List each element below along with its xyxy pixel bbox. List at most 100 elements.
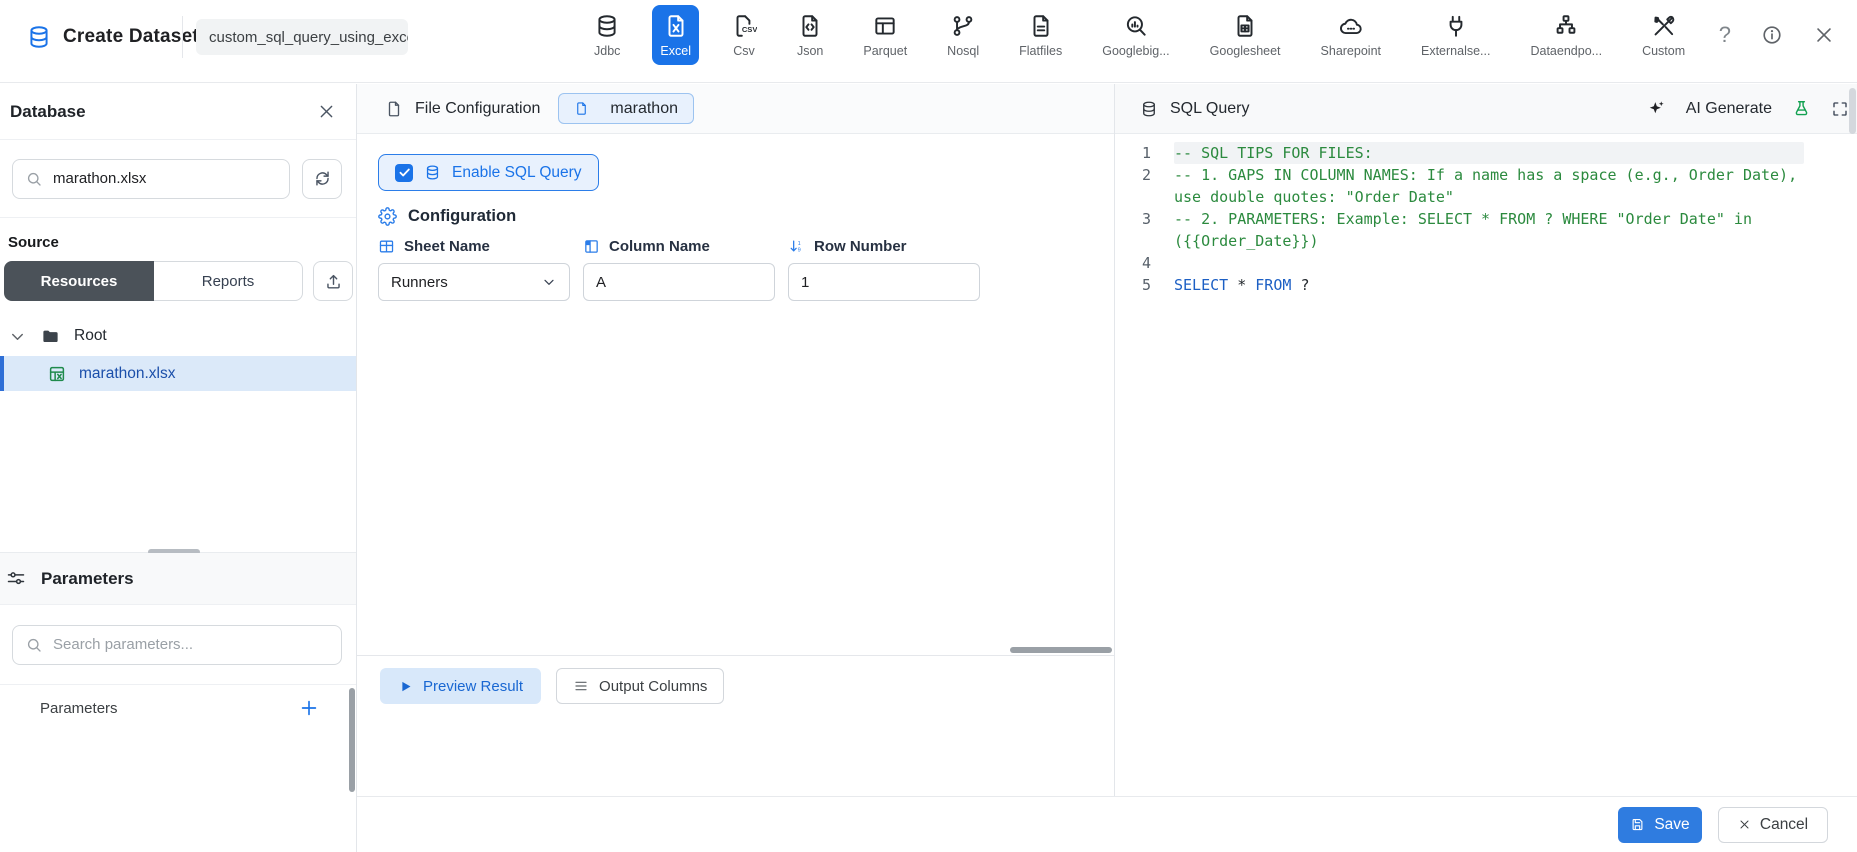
play-icon — [398, 679, 413, 694]
bigquery-search-icon — [1123, 13, 1149, 39]
sql-toolbar: AI Generate — [1647, 99, 1857, 118]
search-icon — [25, 636, 43, 654]
sliders-icon — [6, 569, 26, 589]
tab-reports[interactable]: Reports — [154, 261, 303, 301]
sharepoint-cloud-icon — [1338, 13, 1364, 39]
enable-sql-checkbox[interactable] — [395, 163, 413, 182]
ai-generate-button[interactable]: AI Generate — [1647, 99, 1772, 118]
source-tabs-row: Resources Reports — [4, 261, 353, 301]
save-button[interactable]: Save — [1618, 806, 1702, 843]
parameters-search-field[interactable] — [53, 636, 329, 653]
row-number-input[interactable]: 1 — [788, 263, 980, 301]
source-flatfiles[interactable]: Flatfiles — [1011, 5, 1070, 65]
sheet-table-icon — [378, 238, 395, 255]
sidebar-scrollbar-thumb[interactable] — [349, 688, 355, 792]
enable-sql-query-toggle[interactable]: Enable SQL Query — [378, 154, 599, 191]
upload-icon — [324, 272, 343, 291]
external-plug-icon — [1443, 13, 1469, 39]
preview-result-button[interactable]: Preview Result — [380, 668, 542, 704]
save-floppy-icon — [1630, 817, 1645, 832]
code-line-3: 3 -- 2. PARAMETERS: Example: SELECT * FRO… — [1127, 208, 1857, 252]
tree-item-root[interactable]: Root — [0, 318, 356, 354]
database-search-field[interactable] — [53, 170, 277, 187]
database-search-input[interactable] — [12, 158, 290, 199]
search-icon — [25, 170, 43, 188]
source-label: Nosql — [947, 44, 980, 58]
expand-icon[interactable] — [1831, 100, 1849, 118]
config-panel-header: File Configuration marathon — [357, 84, 1114, 134]
folder-icon — [41, 327, 60, 346]
dataset-name-field[interactable]: custom_sql_query_using_exce — [196, 19, 408, 55]
svg-text:9: 9 — [798, 247, 801, 253]
add-parameter-button[interactable] — [298, 697, 320, 719]
cancel-button[interactable]: Cancel — [1718, 806, 1828, 843]
flask-icon[interactable] — [1792, 99, 1811, 118]
source-jdbc[interactable]: Jdbc — [586, 5, 628, 65]
tab-marathon-file[interactable]: marathon — [558, 93, 694, 124]
source-csv[interactable]: CSV Csv — [723, 5, 765, 65]
excel-file-icon — [48, 365, 66, 383]
source-parquet[interactable]: Parquet — [855, 5, 915, 65]
source-section-label: Source — [8, 234, 59, 251]
enable-sql-label: Enable SQL Query — [452, 163, 582, 181]
source-label: Googlebig... — [1102, 44, 1170, 58]
source-externalse[interactable]: Externalse... — [1413, 5, 1498, 65]
source-dataendpo[interactable]: Dataendpo... — [1522, 5, 1610, 65]
source-sharepoint[interactable]: Sharepoint — [1313, 5, 1389, 65]
sidebar-header: Database — [0, 84, 356, 140]
sql-editor[interactable]: 1 -- SQL TIPS FOR FILES: 2 -- 1. GAPS IN CO… — [1115, 135, 1857, 796]
database-icon — [1140, 100, 1158, 118]
sql-query-panel: SQL Query AI Generate 1 -- SQL TIPS FOR F… — [1115, 84, 1857, 796]
source-custom[interactable]: Custom — [1634, 5, 1693, 65]
column-icon — [583, 238, 600, 255]
source-json[interactable]: Json — [789, 5, 831, 65]
refresh-icon — [313, 169, 332, 188]
code-line-2: 2 -- 1. GAPS IN COLUMN NAMES: If a name h… — [1127, 164, 1857, 208]
source-label: Excel — [660, 44, 691, 58]
field-label: Sheet Name — [378, 234, 570, 258]
refresh-button[interactable] — [302, 158, 342, 199]
source-label: Sharepoint — [1320, 44, 1381, 58]
list-icon — [573, 678, 589, 694]
divider — [182, 16, 183, 58]
page-title: Create Dataset — [63, 26, 199, 47]
close-sidebar-icon[interactable] — [317, 102, 336, 121]
parameters-search-input[interactable] — [12, 624, 342, 665]
sort-rows-icon: 19 — [788, 238, 805, 255]
flatfile-doc-icon — [1028, 13, 1054, 39]
source-nosql[interactable]: Nosql — [939, 5, 987, 65]
field-value: 1 — [801, 273, 810, 291]
code-line-4: 4 — [1127, 252, 1857, 274]
jdbc-database-icon — [594, 13, 620, 39]
app-brand: Create Dataset — [26, 24, 199, 50]
horizontal-scrollbar-thumb[interactable] — [1010, 647, 1112, 653]
database-icon — [424, 164, 441, 181]
window-scrollbar-thumb[interactable] — [1849, 88, 1856, 134]
upload-button[interactable] — [313, 261, 353, 301]
parameters-list-label: Parameters — [40, 699, 118, 717]
x-icon — [1738, 818, 1751, 831]
source-label: Googlesheet — [1209, 44, 1281, 58]
source-label: Dataendpo... — [1530, 44, 1603, 58]
info-icon[interactable] — [1761, 24, 1783, 46]
source-segmented-control: Resources Reports — [4, 261, 303, 301]
tree-item-marathon-xlsx[interactable]: marathon.xlsx — [0, 356, 356, 391]
sheet-name-select[interactable]: Runners — [378, 263, 570, 301]
topbar-actions: ? — [1719, 24, 1835, 46]
tree-file-label: marathon.xlsx — [79, 364, 176, 382]
file-icon — [574, 101, 589, 116]
marathon-tab-label: marathon — [610, 99, 678, 117]
close-icon[interactable] — [1813, 24, 1835, 46]
csv-file-icon: CSV — [731, 13, 757, 39]
output-columns-button[interactable]: Output Columns — [556, 668, 725, 704]
column-name-input[interactable]: A — [583, 263, 775, 301]
source-googlesheet[interactable]: Googlesheet — [1202, 5, 1289, 65]
tab-resources[interactable]: Resources — [4, 261, 154, 301]
source-excel[interactable]: Excel — [652, 5, 699, 65]
chevron-down-icon[interactable] — [8, 327, 27, 346]
source-googlebig[interactable]: Googlebig... — [1094, 5, 1177, 65]
gear-icon — [378, 207, 397, 226]
help-button[interactable]: ? — [1719, 24, 1731, 46]
dataset-name-text: custom_sql_query_using_exce — [209, 28, 408, 46]
